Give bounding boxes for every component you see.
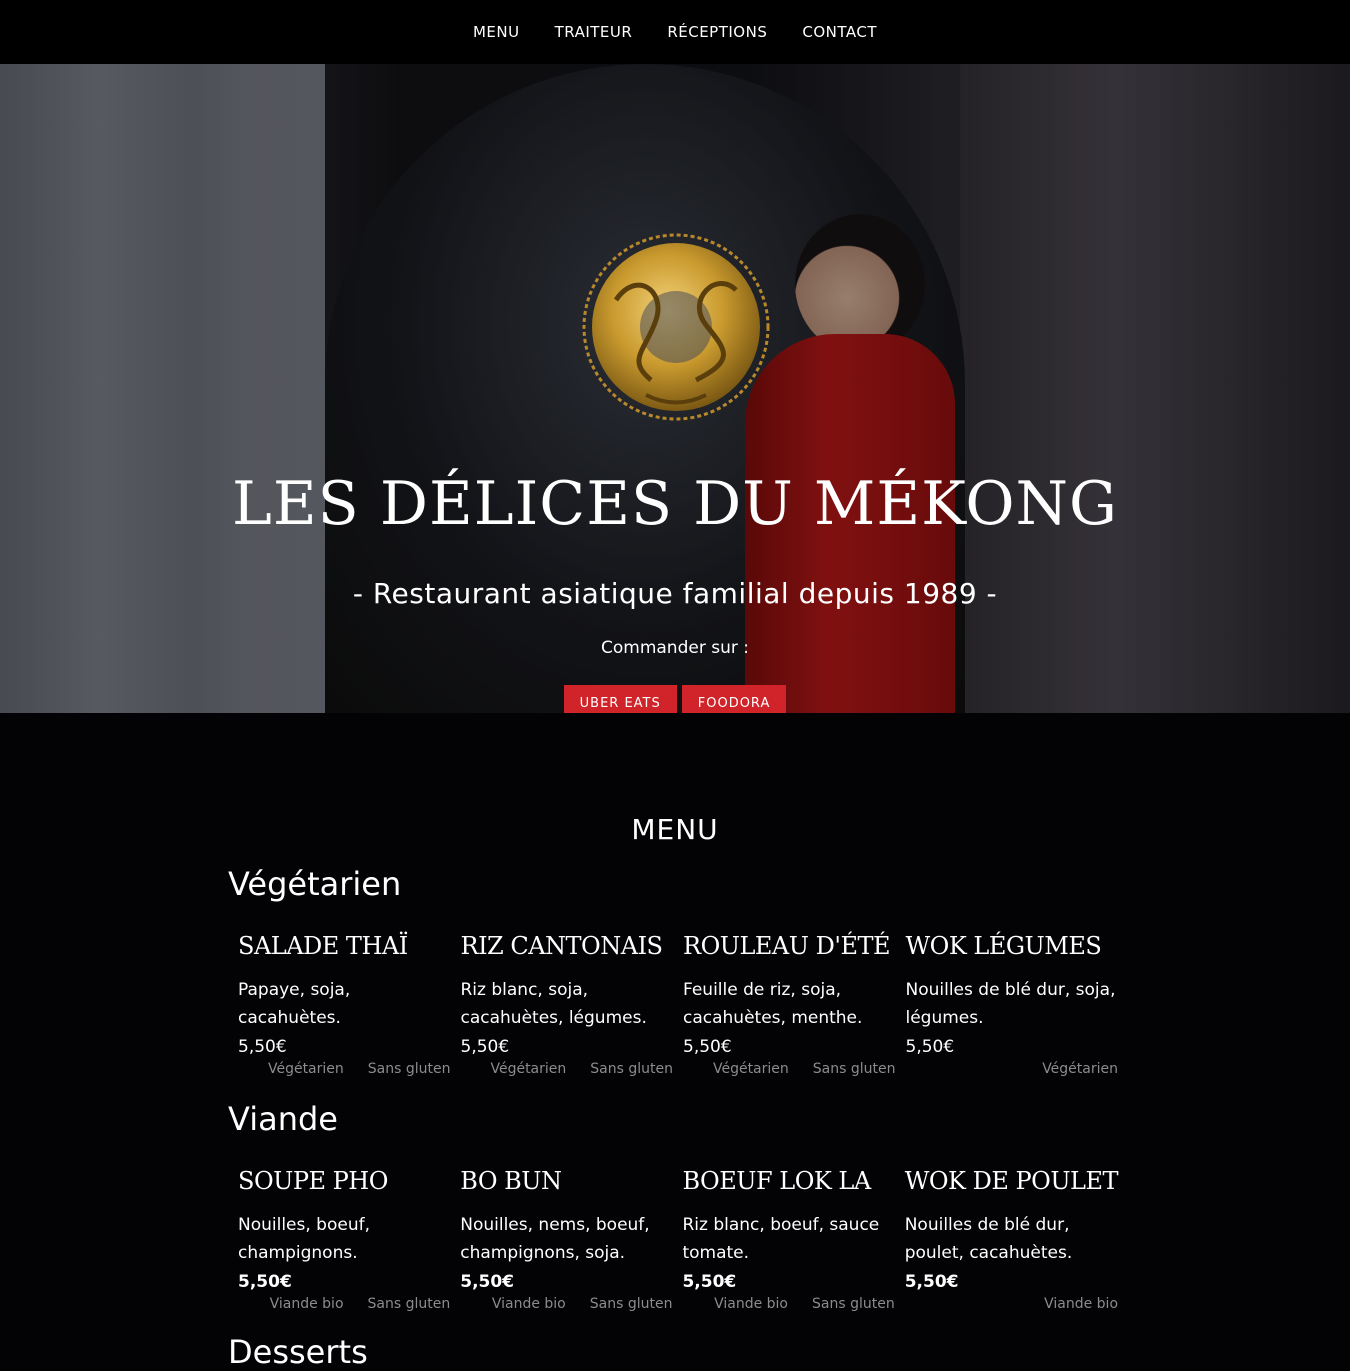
menu-item-price: 5,50€	[904, 1272, 959, 1292]
hero-title: LES DÉLICES DU MÉKONG	[232, 469, 1118, 539]
category-title-vegetarien: Végétarien	[228, 865, 402, 903]
menu-item-name: ROULEAU D'ÉTÉ	[683, 932, 891, 960]
menu-item-tags: Viande bio	[905, 1296, 1118, 1312]
tag-sans-gluten: Sans gluten	[589, 1296, 673, 1312]
menu-item-tags: Viande bio Sans gluten	[460, 1296, 673, 1312]
uber-eats-button[interactable]: UBER EATS	[563, 685, 677, 713]
menu-item-name: WOK LÉGUMES	[905, 932, 1102, 960]
nav-link-traiteur[interactable]: TRAITEUR	[555, 23, 633, 41]
foodora-button[interactable]: FOODORA	[681, 685, 787, 713]
tag-viande-bio: Viande bio	[269, 1296, 344, 1312]
nav-link-menu[interactable]: MENU	[473, 23, 520, 41]
hero-subtitle: - Restaurant asiatique familial depuis 1…	[352, 577, 998, 610]
tag-sans-gluten: Sans gluten	[590, 1061, 673, 1077]
menu-item-card: SALADE THAÏ Papaye, soja, cacahuètes. 5,…	[228, 932, 451, 1077]
menu-item-tags: Viande bio Sans gluten	[682, 1296, 895, 1312]
menu-item-description: Nouilles, nems, boeuf, champignons, soja…	[460, 1215, 650, 1263]
menu-item-description: Nouilles de blé dur, soja, légumes.	[905, 980, 1116, 1028]
menu-row-viande: SOUPE PHO Nouilles, boeuf, champignons. …	[228, 1167, 1119, 1312]
menu-item-description: Feuille de riz, soja, cacahuètes, menthe…	[683, 980, 863, 1028]
menu-item-name: RIZ CANTONAIS	[460, 932, 663, 960]
tag-sans-gluten: Sans gluten	[811, 1296, 895, 1312]
menu-row-vegetarien: SALADE THAÏ Papaye, soja, cacahuètes. 5,…	[228, 932, 1118, 1077]
tag-viande-bio: Viande bio	[491, 1296, 566, 1312]
menu-item-name: BOEUF LOK LA	[682, 1167, 871, 1195]
tag-sans-gluten: Sans gluten	[367, 1061, 451, 1077]
menu-item-description: Nouilles, boeuf, champignons.	[238, 1215, 370, 1263]
menu-item-tags: Végétarien Sans gluten	[683, 1061, 896, 1077]
menu-heading: MENU	[631, 813, 719, 846]
menu-item-price: 5,50€	[460, 1272, 515, 1292]
tag-vegetarien: Végétarien	[267, 1061, 344, 1077]
menu-item-description: Papaye, soja, cacahuètes.	[238, 980, 351, 1028]
tag-sans-gluten: Sans gluten	[812, 1061, 896, 1077]
dragon-emblem-icon	[582, 233, 770, 421]
menu-item-card: WOK DE POULET Nouilles de blé dur, poule…	[895, 1167, 1119, 1312]
menu-item-card: BOEUF LOK LA Riz blanc, boeuf, sauce tom…	[672, 1167, 894, 1312]
top-navigation: MENU TRAITEUR RÉCEPTIONS CONTACT	[0, 0, 1350, 64]
menu-item-card: ROULEAU D'ÉTÉ Feuille de riz, soja, caca…	[673, 932, 896, 1077]
tag-sans-gluten: Sans gluten	[367, 1296, 451, 1312]
menu-item-name: SOUPE PHO	[238, 1167, 388, 1195]
nav-link-contact[interactable]: CONTACT	[802, 23, 877, 41]
menu-item-name: SALADE THAÏ	[238, 932, 408, 960]
tag-vegetarien: Végétarien	[1042, 1061, 1118, 1077]
menu-item-name: BO BUN	[460, 1167, 562, 1195]
order-label: Commander sur :	[601, 638, 749, 658]
menu-item-card: BO BUN Nouilles, nems, boeuf, champignon…	[450, 1167, 672, 1312]
menu-item-description: Nouilles de blé dur, poulet, cacahuètes.	[904, 1215, 1073, 1263]
menu-item-tags: Végétarien Sans gluten	[238, 1061, 451, 1077]
menu-item-tags: Végétarien	[906, 1061, 1118, 1077]
nav-link-receptions[interactable]: RÉCEPTIONS	[667, 23, 767, 41]
category-title-desserts: Desserts	[228, 1333, 368, 1371]
hero-banner: LES DÉLICES DU MÉKONG - Restaurant asiat…	[0, 64, 1350, 713]
menu-item-price: 5,50€	[238, 1272, 292, 1292]
menu-item-name: WOK DE POULET	[904, 1167, 1119, 1195]
menu-item-price: 5,50€	[905, 1037, 955, 1057]
menu-item-card: RIZ CANTONAIS Riz blanc, soja, cacahuète…	[451, 932, 674, 1077]
menu-item-tags: Viande bio Sans gluten	[238, 1296, 451, 1312]
order-buttons: UBER EATS FOODORA	[0, 685, 1350, 713]
tag-vegetarien: Végétarien	[490, 1061, 567, 1077]
tag-viande-bio: Viande bio	[714, 1296, 788, 1312]
menu-item-price: 5,50€	[460, 1037, 510, 1057]
tag-viande-bio: Viande bio	[1044, 1296, 1119, 1312]
tag-vegetarien: Végétarien	[712, 1061, 789, 1077]
menu-item-tags: Végétarien Sans gluten	[461, 1061, 673, 1077]
menu-item-description: Riz blanc, soja, cacahuètes, légumes.	[460, 980, 647, 1028]
menu-section: MENU Végétarien SALADE THAÏ Papaye, soja…	[0, 713, 1350, 1371]
category-title-viande: Viande	[228, 1100, 338, 1138]
menu-item-description: Riz blanc, boeuf, sauce tomate.	[682, 1215, 880, 1263]
menu-item-price: 5,50€	[683, 1037, 732, 1057]
menu-item-price: 5,50€	[682, 1272, 737, 1292]
menu-item-price: 5,50€	[238, 1037, 287, 1057]
menu-item-card: SOUPE PHO Nouilles, boeuf, champignons. …	[228, 1167, 450, 1312]
menu-item-card: WOK LÉGUMES Nouilles de blé dur, soja, l…	[896, 932, 1119, 1077]
